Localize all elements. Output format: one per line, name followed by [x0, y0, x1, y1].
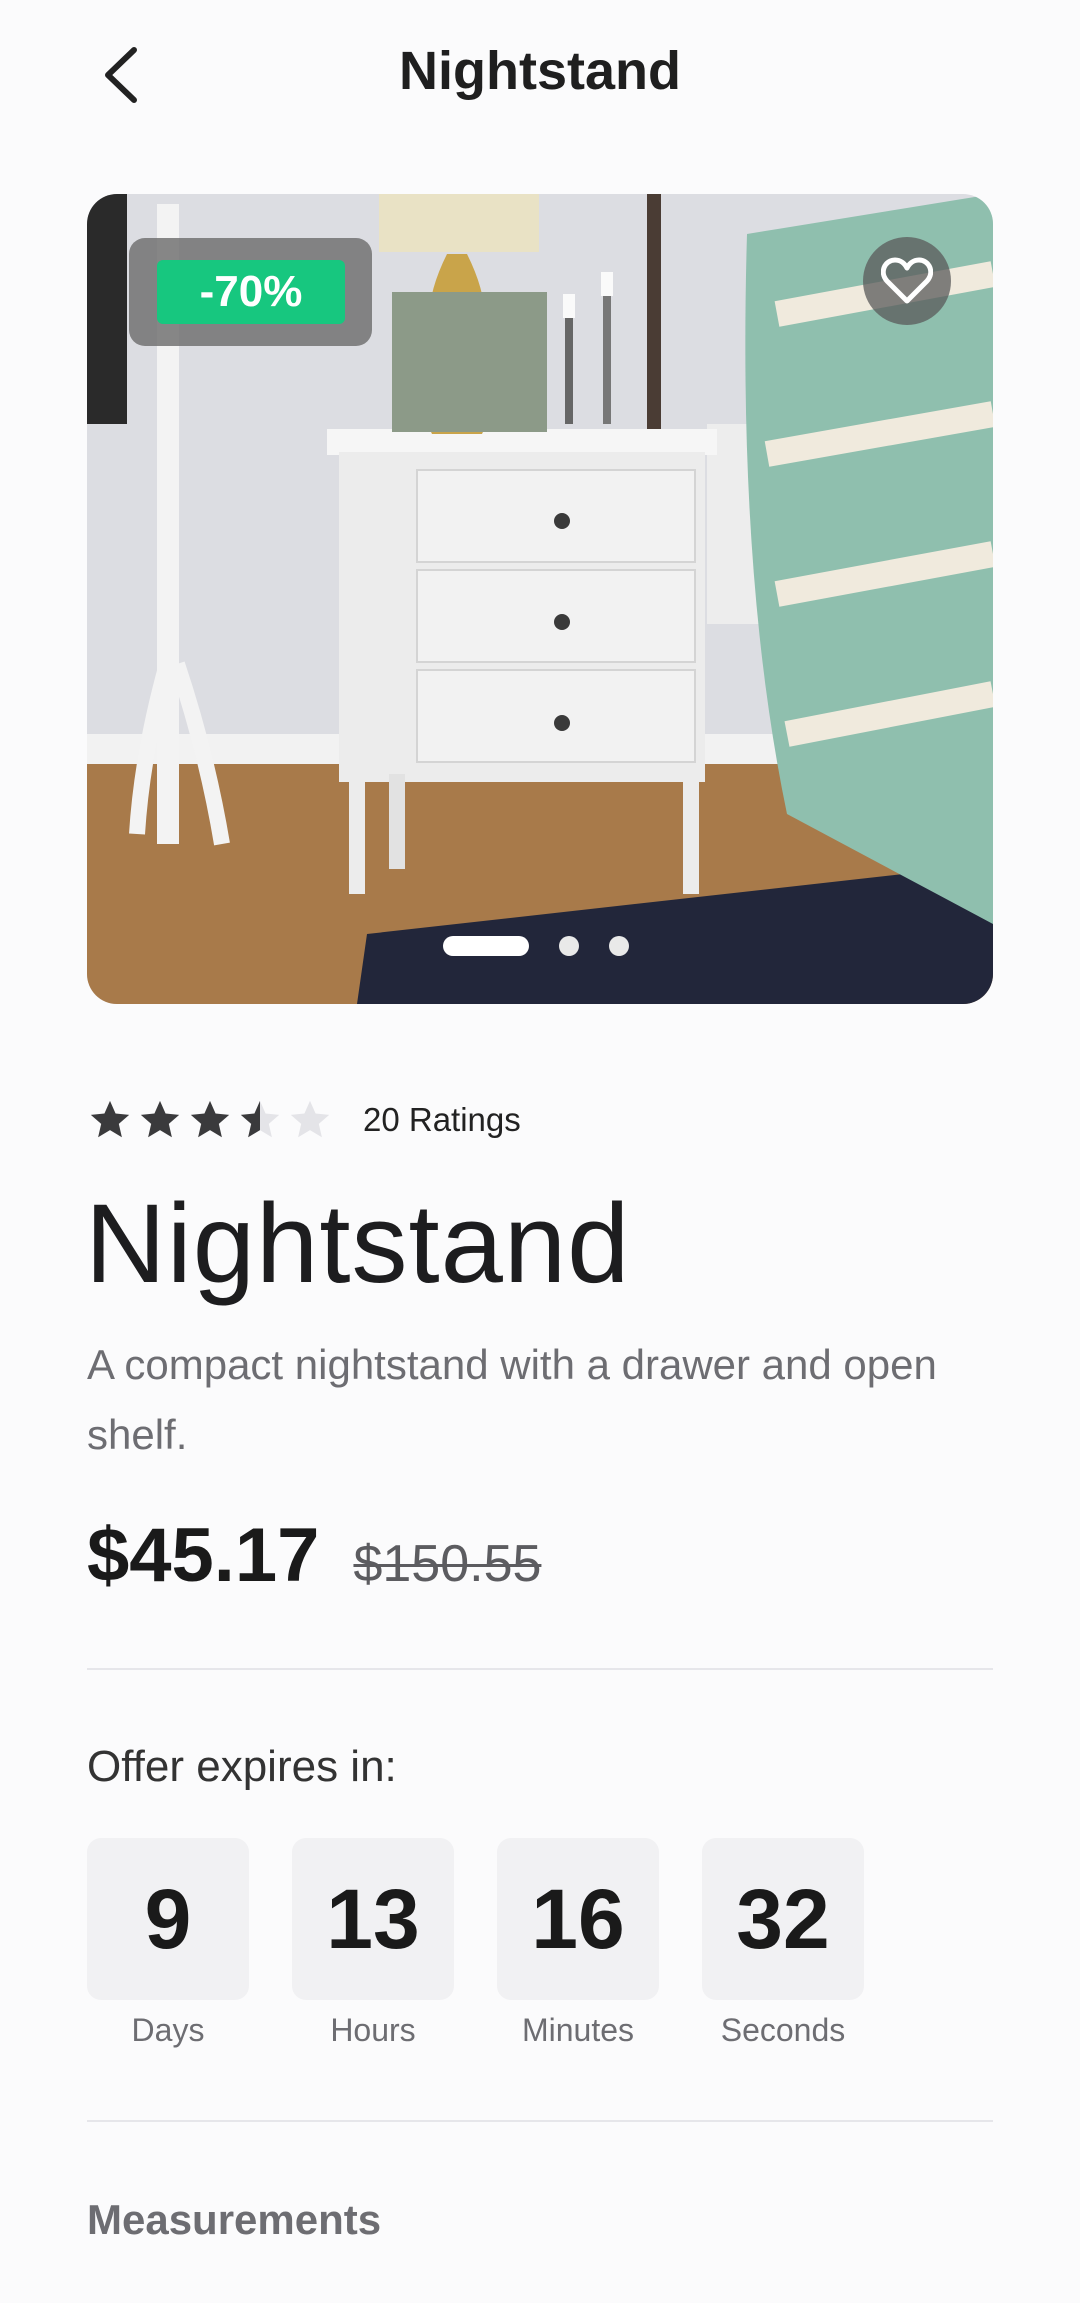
- header-title: Nightstand: [399, 41, 681, 101]
- countdown-unit: Seconds: [720, 2012, 846, 2048]
- favorite-button[interactable]: [863, 237, 951, 325]
- carousel-dot[interactable]: [559, 936, 579, 956]
- countdown-days: 9 Days: [87, 1838, 249, 2049]
- app-header: Nightstand: [0, 0, 1080, 150]
- countdown-unit: Minutes: [521, 2012, 635, 2048]
- star-empty-icon: [290, 1100, 330, 1138]
- star-icon: [140, 1100, 180, 1138]
- product-description: A compact nightstand with a drawer and o…: [87, 1341, 937, 1458]
- divider: [87, 1668, 993, 1670]
- product-image-carousel[interactable]: -70%: [87, 194, 993, 1004]
- countdown-minutes: 16 Minutes: [497, 1838, 659, 2049]
- current-price: $45.17: [87, 1513, 320, 1598]
- discount-badge: -70%: [157, 260, 345, 324]
- countdown-seconds: 32 Seconds: [702, 1838, 864, 2049]
- countdown-value: 32: [702, 1838, 864, 2000]
- original-price: $150.55: [353, 1535, 542, 1593]
- star-icon: [190, 1100, 230, 1138]
- star-half-icon: [240, 1100, 280, 1138]
- carousel-dot[interactable]: [609, 936, 629, 956]
- star-icon: [90, 1100, 130, 1138]
- ratings-count[interactable]: 20 Ratings: [363, 1101, 521, 1139]
- product-rating: 20 Ratings: [87, 1090, 521, 1150]
- countdown-value: 16: [497, 1838, 659, 2000]
- discount-badge-container: -70%: [129, 238, 372, 346]
- offer-countdown: 9 Days 13 Hours 16 Minutes 32 Seconds: [87, 1838, 864, 2049]
- offer-label: Offer expires in:: [87, 1742, 397, 1791]
- carousel-indicators: [443, 936, 629, 956]
- carousel-dot-active[interactable]: [443, 936, 529, 956]
- heart-icon: [881, 257, 933, 304]
- measurements-section-title[interactable]: Measurements: [87, 2196, 381, 2244]
- countdown-hours: 13 Hours: [292, 1838, 454, 2049]
- star-rating: [87, 1097, 333, 1143]
- countdown-unit: Hours: [330, 2012, 416, 2048]
- countdown-value: 9: [87, 1838, 249, 2000]
- product-title: Nightstand: [85, 1181, 631, 1306]
- countdown-unit: Days: [131, 2012, 205, 2048]
- countdown-value: 13: [292, 1838, 454, 2000]
- divider: [87, 2120, 993, 2122]
- price-row: $45.17 $150.55: [87, 1512, 541, 1599]
